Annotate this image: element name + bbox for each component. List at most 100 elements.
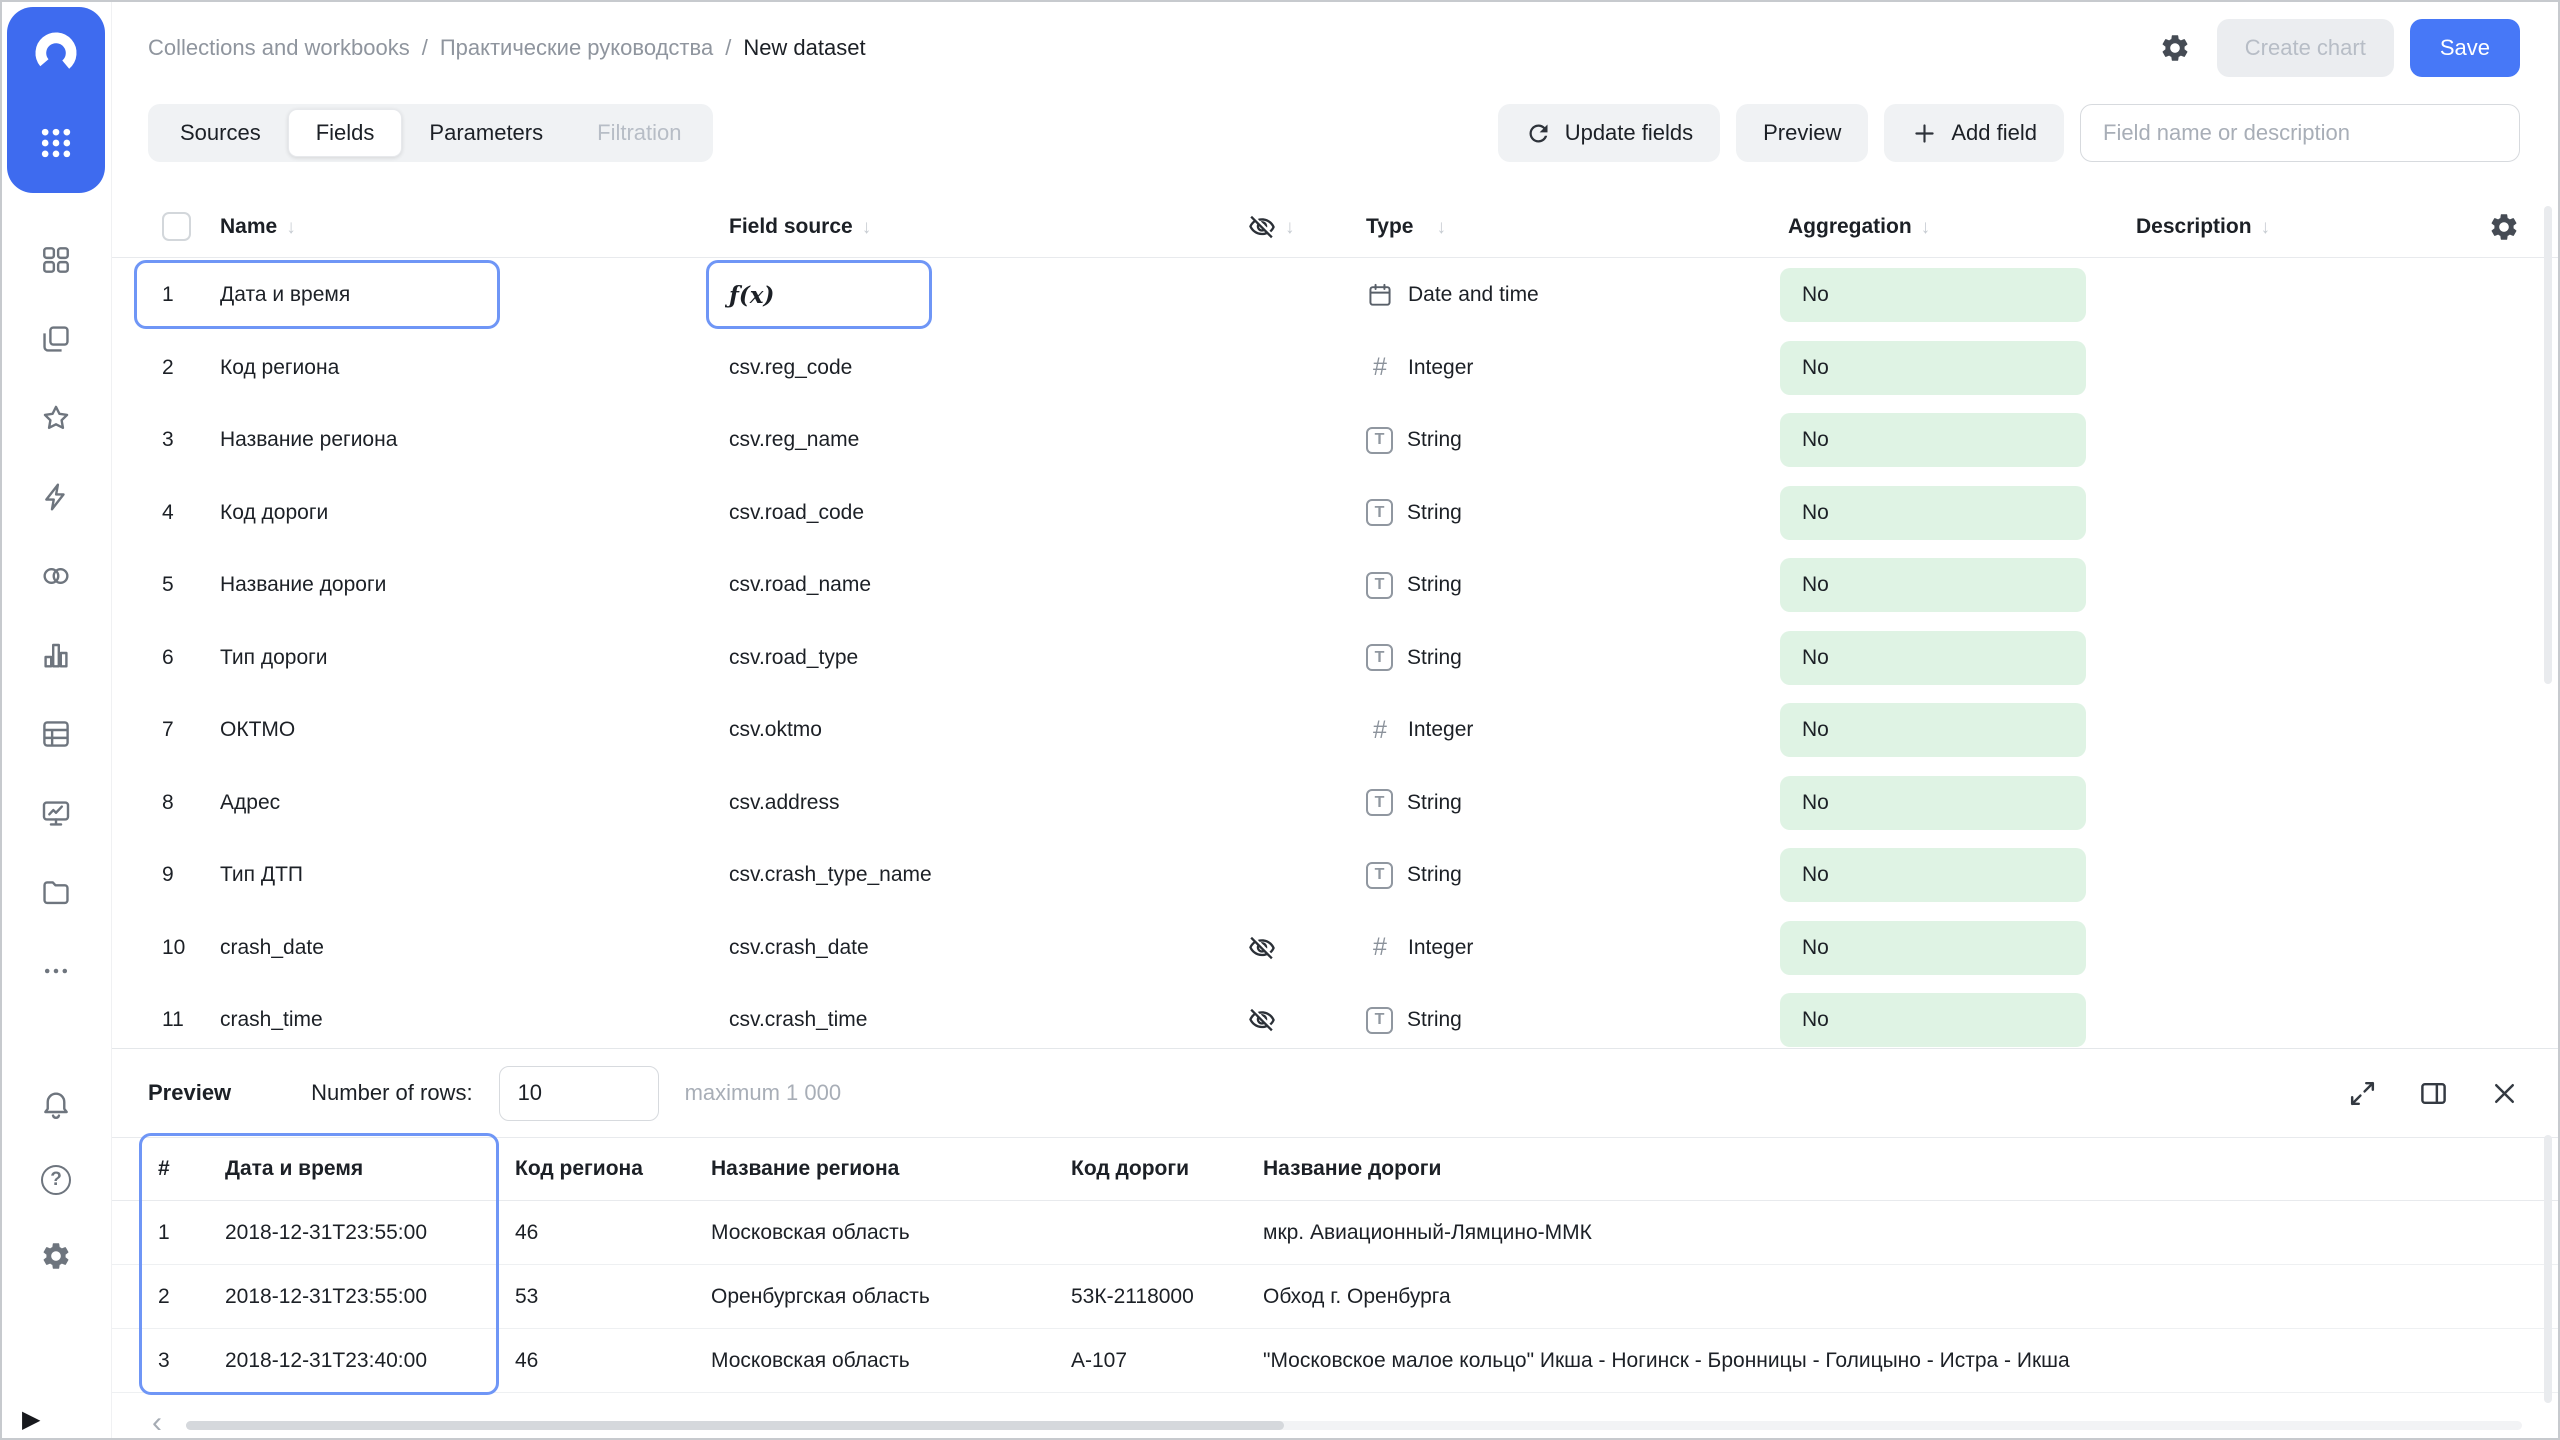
field-search-input[interactable] [2080,104,2520,162]
field-row[interactable]: 4 Код дороги csv.road_code TString No [112,477,2560,550]
notifications-button[interactable] [40,1088,72,1120]
field-source[interactable]: csv.crash_date [725,936,1240,960]
field-name[interactable]: Название дороги [210,573,725,597]
columns-settings-gear-button[interactable] [2488,211,2520,243]
field-name[interactable]: crash_date [210,936,725,960]
field-aggregation[interactable]: No [1780,703,2120,757]
field-name[interactable]: Дата и время [210,283,725,307]
scroll-left-chevron-icon[interactable] [152,1406,162,1440]
column-header-hidden[interactable] [1240,213,1340,241]
field-source[interactable]: csv.address [725,791,1240,815]
field-hidden-toggle[interactable] [1240,1006,1340,1034]
field-row[interactable]: 2 Код региона csv.reg_code #Integer No [112,332,2560,405]
field-row[interactable]: 6 Тип дороги csv.road_type TString No [112,622,2560,695]
field-row[interactable]: 7 ОКТМО csv.oktmo #Integer No [112,694,2560,767]
column-header-aggregation[interactable]: Aggregation [1780,215,2120,239]
column-header-type[interactable]: Type [1340,215,1780,239]
field-aggregation[interactable]: No [1780,268,2120,322]
field-name[interactable]: Код дороги [210,501,725,525]
field-type[interactable]: TString [1340,572,1780,599]
field-aggregation[interactable]: No [1780,993,2120,1047]
horizontal-scrollbar[interactable] [186,1421,2522,1430]
field-aggregation[interactable]: No [1780,341,2120,395]
apps-grid-icon[interactable] [36,123,76,163]
nav-objects[interactable] [40,244,72,276]
field-type[interactable]: Date and time [1340,281,1780,309]
field-source[interactable]: csv.oktmo [725,718,1240,742]
field-type[interactable]: TString [1340,789,1780,816]
save-button[interactable]: Save [2410,19,2520,77]
nav-workbooks[interactable] [40,323,72,355]
field-name[interactable]: Название региона [210,428,725,452]
field-aggregation[interactable]: No [1780,631,2120,685]
field-name[interactable]: Тип ДТП [210,863,725,887]
aggregation-pill[interactable]: No [1780,993,2086,1047]
nav-charts[interactable] [40,639,72,671]
aggregation-pill[interactable]: No [1780,776,2086,830]
nav-more[interactable] [40,955,72,987]
field-row[interactable]: 3 Название региона csv.reg_name TString … [112,404,2560,477]
tab-fields[interactable]: Fields [288,109,403,157]
field-name[interactable]: crash_time [210,1008,725,1032]
field-row[interactable]: 5 Название дороги csv.road_name TString … [112,549,2560,622]
column-header-name[interactable]: Name [210,215,725,239]
preview-toggle-button[interactable]: Preview [1736,104,1868,162]
field-type[interactable]: TString [1340,427,1780,454]
aggregation-pill[interactable]: No [1780,341,2086,395]
select-all-checkbox[interactable] [162,212,191,241]
preview-scrollbar[interactable] [2544,1135,2552,1403]
datalens-logo-block[interactable] [7,7,105,193]
column-header-source[interactable]: Field source [725,215,1240,239]
field-type[interactable]: #Integer [1340,933,1780,962]
aggregation-pill[interactable]: No [1780,486,2086,540]
field-source[interactable]: csv.road_name [725,573,1240,597]
nav-favorites[interactable] [40,402,72,434]
field-aggregation[interactable]: No [1780,921,2120,975]
aggregation-pill[interactable]: No [1780,413,2086,467]
field-type[interactable]: TString [1340,1007,1780,1034]
field-aggregation[interactable]: No [1780,558,2120,612]
aggregation-pill[interactable]: No [1780,703,2086,757]
field-row[interactable]: 1 Дата и время ƒ(x) Date and time No [112,259,2560,332]
sidebar-settings-button[interactable] [40,1240,72,1272]
tab-parameters[interactable]: Parameters [402,109,570,157]
field-type[interactable]: TString [1340,644,1780,671]
field-hidden-toggle[interactable] [1240,934,1340,962]
sidebar-expand-button[interactable] [22,1405,40,1434]
field-row[interactable]: 9 Тип ДТП csv.crash_type_name TString No [112,839,2560,912]
field-source[interactable]: csv.reg_name [725,428,1240,452]
field-type[interactable]: TString [1340,499,1780,526]
aggregation-pill[interactable]: No [1780,558,2086,612]
field-name[interactable]: Тип дороги [210,646,725,670]
nav-connections[interactable] [40,560,72,592]
breadcrumb-collections[interactable]: Collections and workbooks [148,35,410,61]
field-row[interactable]: 8 Адрес csv.address TString No [112,767,2560,840]
field-row[interactable]: 10 crash_date csv.crash_date #Integer No [112,912,2560,985]
tab-filtration[interactable]: Filtration [570,109,708,157]
preview-expand-button[interactable] [2347,1078,2378,1109]
update-fields-button[interactable]: Update fields [1498,104,1720,162]
column-header-description[interactable]: Description [2120,215,2450,239]
nav-datasets[interactable] [40,718,72,750]
aggregation-pill[interactable]: No [1780,268,2086,322]
field-source[interactable]: csv.road_type [725,646,1240,670]
field-type[interactable]: #Integer [1340,353,1780,382]
field-type[interactable]: TString [1340,862,1780,889]
help-button[interactable] [40,1164,72,1196]
nav-storage[interactable] [40,876,72,908]
preview-split-view-button[interactable] [2418,1078,2449,1109]
add-field-button[interactable]: Add field [1884,104,2064,162]
nav-functions[interactable] [40,481,72,513]
field-name[interactable]: Адрес [210,791,725,815]
fields-scrollbar[interactable] [2544,206,2552,684]
dataset-settings-gear-button[interactable] [2159,32,2191,64]
field-aggregation[interactable]: No [1780,776,2120,830]
field-aggregation[interactable]: No [1780,848,2120,902]
aggregation-pill[interactable]: No [1780,848,2086,902]
field-source[interactable]: csv.crash_type_name [725,863,1240,887]
nav-dashboards[interactable] [40,797,72,829]
aggregation-pill[interactable]: No [1780,921,2086,975]
field-source[interactable]: csv.road_code [725,501,1240,525]
preview-close-button[interactable] [2489,1078,2520,1109]
field-type[interactable]: #Integer [1340,716,1780,745]
